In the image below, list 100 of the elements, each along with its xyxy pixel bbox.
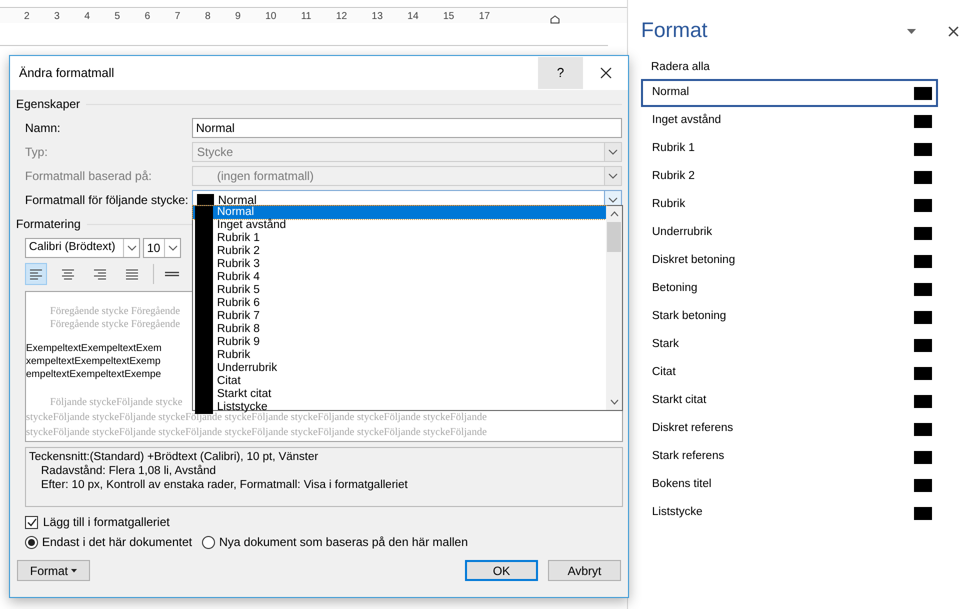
ruler-number: 17 — [478, 10, 490, 24]
radio-button[interactable] — [202, 536, 216, 548]
style-item[interactable]: Bokens titel — [641, 471, 938, 499]
dropdown-item[interactable]: Rubrik 7 — [193, 310, 606, 323]
style-item[interactable]: Normal — [641, 79, 938, 107]
paragraph-mark-icon — [914, 478, 932, 492]
align-justify-icon — [124, 267, 140, 281]
style-item[interactable]: Rubrik — [641, 191, 938, 219]
align-center-icon — [60, 267, 76, 281]
chevron-down-icon — [126, 245, 136, 251]
ruler-number: 5 — [114, 10, 120, 24]
field-label: Typ: — [24, 144, 49, 161]
ruler-number: 10 — [265, 10, 276, 24]
preview-text: ExempeltextExempeltextExem — [26, 342, 162, 355]
paragraph-mark-icon — [914, 394, 932, 408]
style-item[interactable]: Underrubrik — [641, 219, 938, 247]
style-item[interactable]: Diskret betoning — [641, 247, 938, 275]
name-field[interactable]: Normal — [192, 118, 622, 138]
dropdown-item[interactable]: Inget avstånd — [193, 219, 606, 232]
indent-marker-icon[interactable] — [550, 15, 560, 24]
checkmark-icon — [26, 518, 36, 526]
style-item[interactable]: Rubrik 2 — [641, 163, 938, 191]
pane-title: Format — [641, 18, 709, 44]
scrollbar[interactable] — [606, 206, 622, 410]
paragraph-mark-icon — [914, 198, 932, 212]
preview-text: styckeFöljande styckeFöljande styckeFöljande styckeFöljande styckeFöljande styckeFöljande styckeFöljande — [26, 426, 487, 440]
align-right-icon — [92, 267, 108, 281]
paragraph-mark-icon — [914, 366, 932, 380]
font-dropdown[interactable]: Calibri (Brödtext) — [25, 238, 140, 258]
line-spacing-icon[interactable] — [164, 271, 180, 277]
scroll-thumb[interactable] — [607, 222, 621, 252]
caret-icon — [71, 568, 77, 572]
cancel-button[interactable]: Avbryt — [548, 560, 621, 581]
ruler-number: 13 — [372, 10, 383, 24]
description-text: Teckensnitt:(Standard) +Brödtext (Calibri), 10 pt, Vänster — [29, 450, 320, 464]
radio-label: Nya dokument som baseras på den här mallen — [219, 534, 468, 551]
format-button[interactable]: Format — [17, 560, 90, 581]
ruler-number: 12 — [336, 10, 348, 24]
style-item[interactable]: Stark referens — [641, 443, 938, 471]
ruler-number: 2 — [24, 10, 30, 24]
dropdown-value: Calibri (Brödtext) — [28, 240, 116, 256]
paragraph-mark-icon — [914, 170, 932, 184]
style-item[interactable]: Starkt citat — [641, 387, 938, 415]
ruler-number: 3 — [54, 10, 60, 24]
dropdown-item[interactable]: Rubrik 6 — [193, 297, 606, 310]
style-item[interactable]: Betoning — [641, 275, 938, 303]
preview-text: Föregående stycke Föregående — [50, 305, 180, 318]
dropdown-item[interactable]: Normal — [193, 206, 606, 219]
dropdown-item[interactable]: Citat — [193, 375, 606, 388]
style-item[interactable]: Stark — [641, 331, 938, 359]
paragraph-mark-icon — [914, 450, 932, 464]
dropdown-item[interactable]: Rubrik 8 — [193, 323, 606, 336]
field-label: Formatmall för följande stycke: — [24, 192, 190, 209]
ruler-number: 11 — [300, 10, 312, 24]
style-item[interactable]: Rubrik 1 — [641, 135, 938, 163]
section-heading: Formatering — [16, 216, 81, 233]
preview-text: Föregående stycke Föregående — [50, 318, 180, 331]
align-button[interactable] — [25, 263, 47, 285]
dropdown-item[interactable]: Rubrik 1 — [193, 232, 606, 245]
preview-text: styckeFöljande styckeFöljande styckeFöljande styckeFöljande styckeFöljande styckeFöljande styckeFöljande — [26, 412, 487, 425]
dropdown-item[interactable]: Starkt citat — [193, 388, 606, 401]
section-heading: Egenskaper — [16, 96, 80, 113]
style-item[interactable]: Liststycke — [641, 499, 938, 527]
radio-button[interactable] — [25, 536, 38, 548]
style-swatch-icon — [195, 401, 213, 414]
dropdown-item[interactable]: Rubrik 2 — [193, 245, 606, 258]
size-dropdown[interactable]: 10 — [143, 238, 181, 258]
style-item[interactable]: Citat — [641, 359, 938, 387]
ruler-number: 14 — [407, 10, 419, 24]
field-label: Formatmall baserad på: — [24, 168, 153, 185]
ruler-number: 7 — [174, 10, 180, 24]
dropdown-item[interactable]: Rubrik 5 — [193, 284, 606, 297]
dropdown-value: Stycke — [196, 144, 234, 161]
ruler-number: 15 — [443, 10, 454, 24]
checkbox[interactable] — [25, 516, 38, 528]
dropdown-item[interactable]: Rubrik 3 — [193, 258, 606, 271]
ruler-number: 6 — [144, 10, 150, 24]
ok-button[interactable]: OK — [465, 560, 538, 581]
chevron-down-icon — [608, 173, 618, 179]
ruler-number: 8 — [204, 10, 210, 24]
dropdown-item[interactable]: Underrubrik — [193, 362, 606, 375]
clear-all-item[interactable]: Radera alla — [641, 59, 964, 73]
style-item[interactable]: Diskret referens — [641, 415, 938, 443]
help-button[interactable]: ? — [538, 57, 583, 89]
align-left-icon — [28, 267, 44, 281]
preview-text: xempeltextExempeltextExemp — [26, 355, 161, 368]
ruler-number: 4 — [84, 10, 90, 24]
scroll-down-icon[interactable] — [610, 399, 618, 405]
dropdown-value: 10 — [146, 240, 162, 257]
dropdown-item[interactable]: Rubrik 4 — [193, 271, 606, 284]
scroll-up-icon[interactable] — [610, 211, 618, 217]
close-icon — [600, 67, 612, 79]
dropdown-item[interactable]: Rubrik — [193, 349, 606, 362]
caret-icon[interactable] — [907, 28, 916, 34]
preview-text: Följande styckeFöljande stycke — [50, 396, 182, 410]
dropdown-item[interactable]: Rubrik 9 — [193, 336, 606, 349]
style-swatch-icon — [195, 206, 213, 219]
close-icon[interactable] — [948, 26, 959, 36]
style-item[interactable]: Stark betoning — [641, 303, 938, 331]
style-item[interactable]: Inget avstånd — [641, 107, 938, 135]
